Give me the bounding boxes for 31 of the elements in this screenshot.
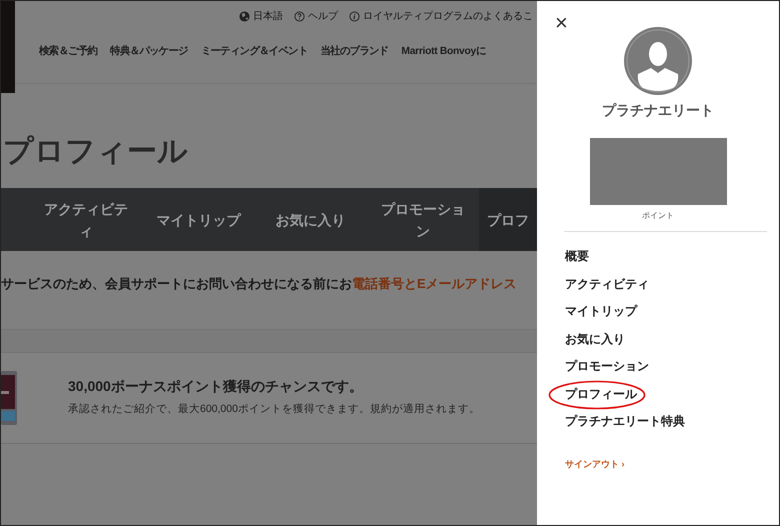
- nav-link[interactable]: 当社のブランド: [320, 44, 388, 58]
- nav-link[interactable]: Marriott Bonvoyに: [401, 44, 486, 58]
- promo-text: 承認されたご紹介で、最大600,000ポイントを獲得できます。規約が適用されます。: [68, 402, 480, 416]
- tab[interactable]: マイトリップ: [142, 188, 255, 251]
- notice-text: サービスのため、会員サポートにお問い合わせになる前にお電話番号とEメールアドレス: [1, 275, 518, 293]
- nav-link[interactable]: 特典＆パッケージ: [110, 44, 188, 58]
- menu-item[interactable]: プロモーション: [565, 358, 649, 376]
- nav-link[interactable]: 検索＆ご予約: [39, 44, 98, 58]
- tab[interactable]: プロフ: [478, 188, 537, 251]
- header-link[interactable]: ロイヤルティプログラムのよくあるこ: [349, 9, 533, 23]
- tab[interactable]: アクティビティ: [30, 188, 142, 251]
- close-button[interactable]: ×: [555, 11, 568, 35]
- tab[interactable]: プロモーション: [366, 188, 479, 251]
- avatar-icon: [623, 26, 693, 96]
- help-icon: [294, 10, 305, 22]
- header-link[interactable]: 日本語: [239, 9, 283, 23]
- tier-name: プラチナエリート: [602, 102, 714, 120]
- menu-item[interactable]: マイトリップ: [565, 303, 637, 320]
- sign-out-link[interactable]: サインアウト ›: [565, 458, 625, 470]
- menu-item[interactable]: お気に入り: [565, 330, 625, 348]
- globe-icon: [239, 10, 250, 22]
- header-link[interactable]: ヘルプ: [294, 9, 338, 23]
- tab[interactable]: お気に入り: [254, 188, 367, 251]
- nav-link[interactable]: ミーティング＆イベント: [200, 44, 308, 58]
- promo-title: 30,000ボーナスポイント獲得のチャンスです。: [68, 378, 364, 396]
- menu-item[interactable]: アクティビティ: [565, 276, 649, 293]
- info-icon: [349, 10, 360, 22]
- menu-item[interactable]: プラチナエリート特典: [565, 413, 685, 430]
- points-label: ポイント: [642, 210, 674, 221]
- menu-item[interactable]: 概要: [565, 248, 589, 266]
- page-title: プロフィール: [2, 134, 189, 170]
